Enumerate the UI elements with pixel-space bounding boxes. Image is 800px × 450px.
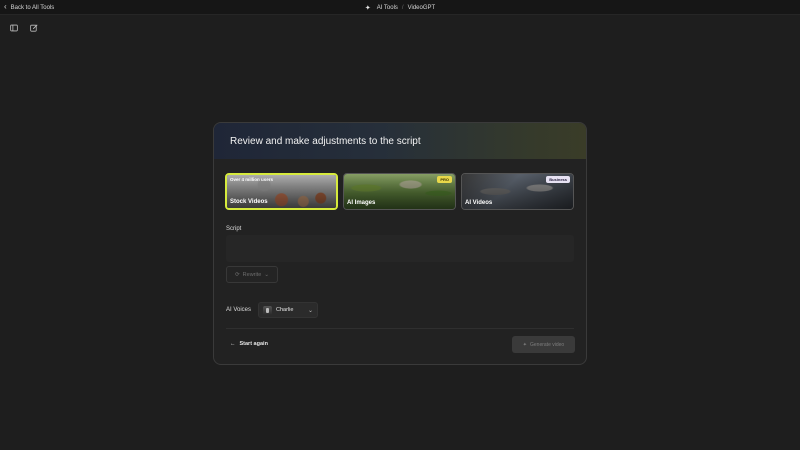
ai-images-label: AI Images <box>347 200 376 206</box>
chevron-down-icon: ⌄ <box>307 307 314 314</box>
start-again-button[interactable]: ← Start again <box>230 341 268 347</box>
breadcrumb-ai-tools[interactable]: AI Tools <box>377 5 398 11</box>
option-stock-videos[interactable]: Over 4 million users Stock Videos <box>225 173 338 210</box>
script-review-panel: Review and make adjustments to the scrip… <box>213 122 587 365</box>
voice-selected-value: Charlie <box>276 307 294 313</box>
sidebar-toggle-icon[interactable] <box>10 24 18 32</box>
ai-voices-label: AI Voices <box>226 307 252 313</box>
panel-header: Review and make adjustments to the scrip… <box>214 123 586 159</box>
sidebar-toolbar <box>10 24 38 32</box>
new-chat-edit-icon[interactable] <box>30 24 38 32</box>
breadcrumb-separator: / <box>401 4 404 11</box>
panel-title: Review and make adjustments to the scrip… <box>230 135 421 147</box>
sparkle-icon: ✦ <box>364 4 371 12</box>
breadcrumb: ✦ AI Tools / VideoGPT <box>0 0 800 15</box>
stock-videos-tagline: Over 4 million users <box>230 177 274 182</box>
script-label: Script <box>226 226 242 232</box>
top-bar: ‹ Back to All Tools ✦ AI Tools / VideoGP… <box>0 0 800 15</box>
ai-voices-row: AI Voices Charlie ⌄ <box>226 302 319 318</box>
breadcrumb-videogpt: VideoGPT <box>407 4 436 11</box>
arrow-left-icon: ← <box>230 341 236 347</box>
voice-select[interactable]: Charlie ⌄ <box>258 302 319 318</box>
media-type-options: Over 4 million users Stock Videos PRO AI… <box>225 173 574 210</box>
ai-videos-label: AI Videos <box>465 200 493 206</box>
business-badge: Business <box>546 176 570 183</box>
divider <box>226 328 574 329</box>
rewrite-button[interactable]: ⟳ Rewrite ⌄ <box>226 266 278 283</box>
sparkle-icon: ✦ <box>522 341 527 348</box>
rewrite-label: Rewrite <box>242 271 262 278</box>
generate-label: Generate video <box>530 341 565 348</box>
generate-video-button[interactable]: ✦ Generate video <box>512 336 575 353</box>
stock-videos-label: Stock Videos <box>230 199 268 205</box>
start-again-label: Start again <box>239 341 268 347</box>
refresh-icon: ⟳ <box>235 271 240 278</box>
option-ai-videos[interactable]: Business AI Videos <box>461 173 574 210</box>
option-ai-images[interactable]: PRO AI Images <box>343 173 456 210</box>
script-input[interactable] <box>226 235 574 262</box>
voice-avatar <box>263 305 273 315</box>
chevron-down-icon: ⌄ <box>264 271 269 278</box>
pro-badge: PRO <box>437 176 452 183</box>
